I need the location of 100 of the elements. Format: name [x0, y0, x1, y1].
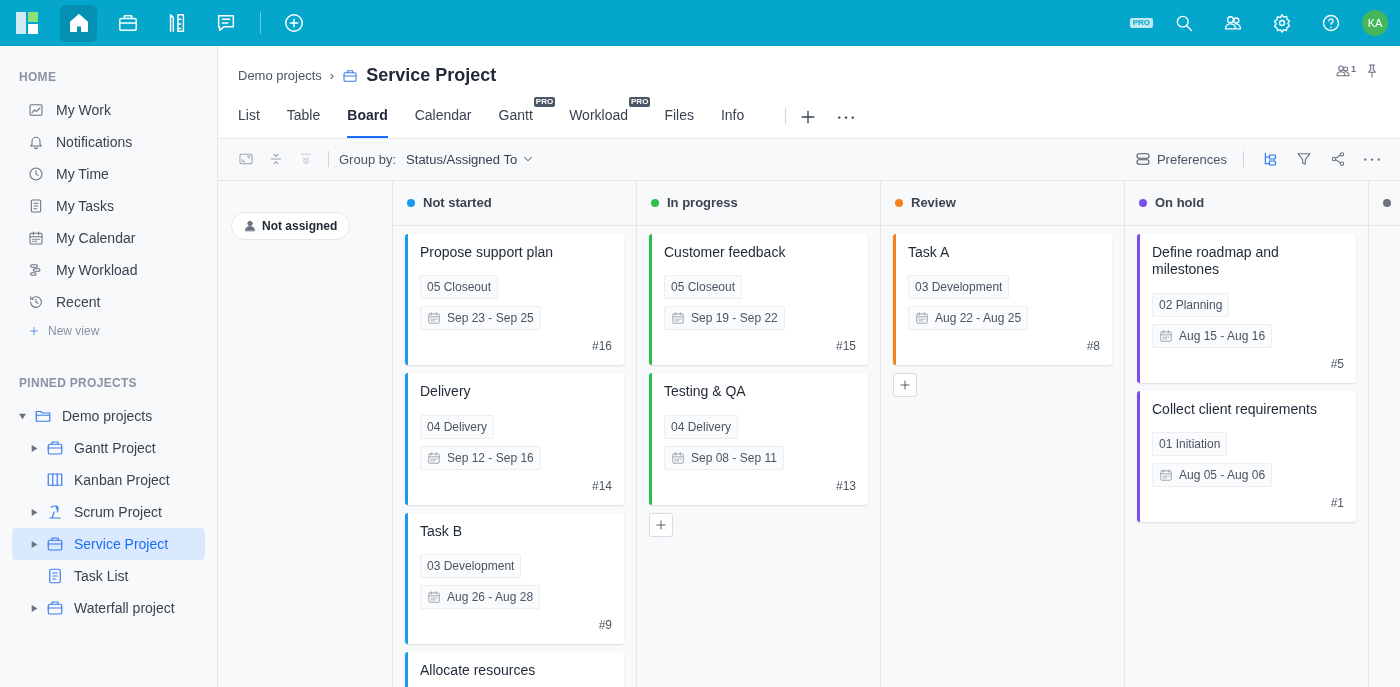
calendar-icon — [28, 230, 44, 246]
sidebar-item[interactable]: My Calendar — [12, 222, 205, 254]
task-card[interactable]: Collect client requirements 01 Initiation Aug 05 - Aug 06 #1 — [1137, 390, 1356, 523]
task-card[interactable]: Propose support plan 05 Closeout Sep 23 - Sep 25 #16 — [405, 233, 624, 366]
bell-icon — [28, 134, 44, 150]
tree-item[interactable]: Waterfall project — [12, 592, 205, 624]
breadcrumb-link[interactable]: Demo projects — [238, 65, 322, 86]
view-tab[interactable]: Files — [664, 95, 694, 138]
sidebar-item[interactable]: Notifications — [12, 126, 205, 158]
pro-badge: PRO — [629, 97, 651, 107]
sidebar-item[interactable]: My Time — [12, 158, 205, 190]
home-button[interactable] — [60, 4, 97, 42]
date-range: Sep 08 - Sep 11 — [664, 445, 784, 470]
toggle-icon — [1134, 151, 1151, 168]
home-icon — [67, 12, 90, 34]
document-icon — [28, 198, 44, 214]
column-title: In progress — [667, 193, 738, 212]
briefcase-icon — [46, 535, 64, 553]
phase-tag: 03 Development — [908, 275, 1010, 300]
date-range: Sep 19 - Sep 22 — [664, 306, 785, 331]
caret-icon[interactable] — [30, 604, 38, 612]
share-button[interactable] — [1330, 151, 1346, 168]
add-card-button[interactable] — [649, 512, 673, 537]
column-title: On hold — [1155, 193, 1205, 212]
history-icon — [28, 294, 44, 310]
view-tab[interactable]: Table — [286, 95, 321, 138]
tree-item[interactable]: Gantt Project — [12, 432, 205, 464]
caret-icon[interactable] — [30, 508, 38, 516]
tree-item[interactable]: Kanban Project — [12, 464, 205, 496]
card-title: Delivery — [420, 383, 472, 401]
view-tab[interactable]: Workload — [569, 95, 629, 138]
task-number: #8 — [1085, 338, 1100, 356]
phase-tag: 02 Planning — [1152, 292, 1230, 317]
document-icon — [46, 567, 64, 585]
tree-item[interactable]: Service Project — [12, 528, 205, 560]
filter-button[interactable] — [1296, 151, 1312, 168]
app-logo — [16, 12, 38, 34]
breadcrumb-separator: › — [329, 66, 335, 85]
caret-icon[interactable] — [30, 444, 38, 452]
settings-icon — [1272, 13, 1292, 33]
pro-badge: PRO — [533, 97, 556, 107]
columns-icon — [46, 471, 64, 489]
task-number: #15 — [834, 338, 856, 356]
assignee-pill[interactable]: Not assigned — [231, 211, 351, 240]
card-title: Propose support plan — [420, 243, 555, 262]
add-card-button[interactable] — [893, 373, 917, 398]
tree-item[interactable]: Task List — [12, 560, 205, 592]
view-tab[interactable]: Gantt — [498, 95, 533, 138]
task-card[interactable]: Task B 03 Development Aug 26 - Aug 28 #9 — [405, 512, 624, 645]
more-icon — [838, 115, 855, 119]
view-tab[interactable]: Calendar — [414, 95, 472, 138]
preferences-button[interactable]: Preferences — [1134, 149, 1227, 170]
add-icon — [282, 12, 305, 34]
sidebar-item[interactable]: Recent — [12, 286, 205, 318]
phase-tag: 03 Development — [420, 554, 522, 579]
phase-tag: 04 Delivery — [420, 414, 495, 439]
task-card[interactable]: Allocate resources — [405, 652, 624, 687]
briefcase-icon — [46, 439, 64, 457]
hierarchy-icon — [1262, 151, 1278, 168]
date-range: Aug 15 - Aug 16 — [1152, 323, 1273, 348]
date-range: Aug 26 - Aug 28 — [420, 585, 541, 610]
hierarchy-button[interactable] — [1262, 151, 1278, 168]
column-title: Not started — [423, 193, 492, 212]
card-title: Define roadmap and milestones — [1152, 243, 1280, 279]
tree-item[interactable]: Demo projects — [12, 400, 205, 432]
more-button[interactable] — [1364, 157, 1380, 161]
date-range: Sep 23 - Sep 25 — [420, 306, 541, 331]
phase-tag: 01 Initiation — [1152, 432, 1228, 457]
more-button[interactable] — [838, 115, 855, 119]
section-title: PINNED PROJECTS — [18, 375, 138, 392]
members-button[interactable]: 1 — [1335, 62, 1356, 79]
task-card[interactable]: Define roadmap and milestones 02 Planning Aug 15 - Aug 16 #5 — [1137, 233, 1356, 383]
sidebar-item[interactable]: My Tasks — [12, 190, 205, 222]
task-card[interactable]: Customer feedback 05 Closeout Sep 19 - Sep 22 #15 — [649, 233, 868, 366]
task-number: #13 — [834, 477, 856, 495]
group-by-dropdown[interactable]: Status/Assigned To — [400, 148, 542, 171]
view-tab[interactable]: Info — [720, 95, 745, 138]
caret-icon[interactable] — [18, 412, 26, 420]
task-number: #5 — [1329, 355, 1344, 373]
person-icon — [244, 219, 256, 232]
sidebar-item[interactable]: My Work — [12, 94, 205, 126]
task-card[interactable]: Delivery 04 Delivery Sep 12 - Sep 16 #14 — [405, 373, 624, 505]
task-card[interactable]: Task A 03 Development Aug 22 - Aug 25 #8 — [893, 233, 1112, 366]
briefcase-icon — [342, 67, 359, 84]
card-title: Customer feedback — [664, 243, 787, 262]
view-tab[interactable]: List — [238, 95, 260, 138]
tree-item[interactable]: Scrum Project — [12, 496, 205, 528]
sidebar-item[interactable]: My Workload — [12, 254, 205, 286]
caret-icon[interactable] — [30, 540, 38, 548]
date-range: Sep 12 - Sep 16 — [420, 445, 541, 470]
card-title: Collect client requirements — [1152, 400, 1318, 419]
share-icon — [1330, 151, 1346, 168]
page-title: Service Project — [366, 64, 497, 87]
task-card[interactable]: Testing & QA 04 Delivery Sep 08 - Sep 11 #13 — [649, 373, 868, 505]
card-title: Testing & QA — [664, 383, 747, 401]
filter-icon — [1296, 151, 1312, 168]
clock-icon — [28, 166, 44, 182]
chart-icon — [28, 102, 44, 118]
plus-icon — [898, 378, 912, 393]
calendar-icon — [915, 311, 929, 326]
